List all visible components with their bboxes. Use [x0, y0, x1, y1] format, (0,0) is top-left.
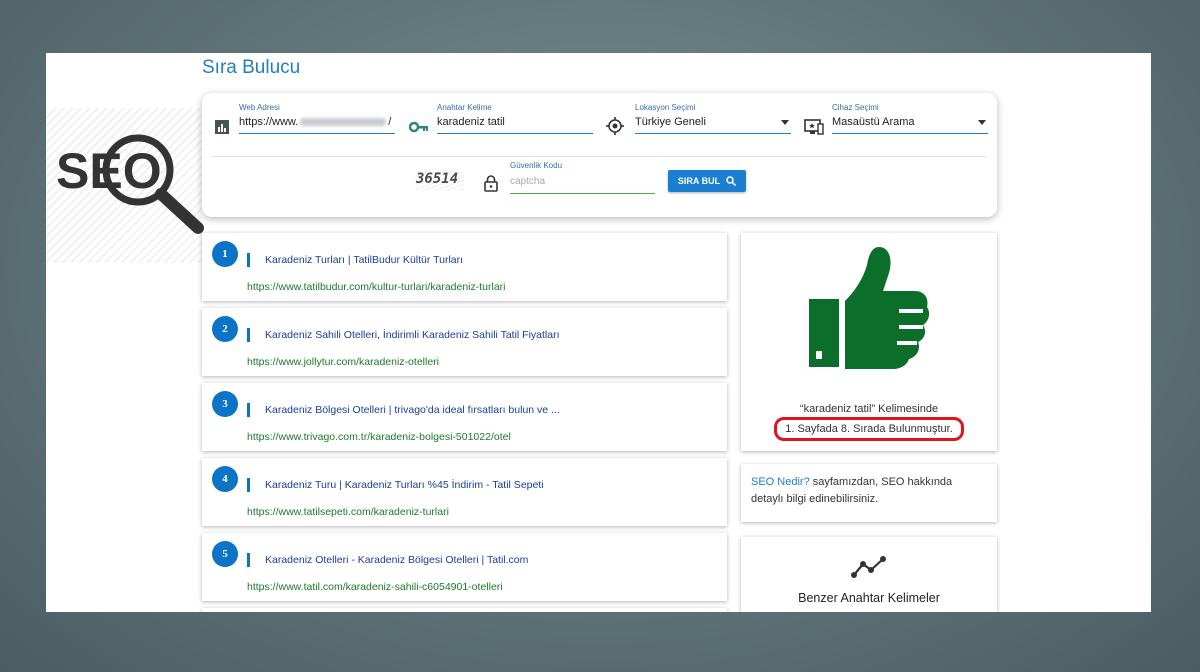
device-select[interactable]: Cihaz Seçimi Masaüstü Arama [832, 103, 988, 134]
rank-result-card: “karadeniz tatil” Kelimesinde 1. Sayfada… [741, 233, 997, 451]
blurred-domain [300, 118, 387, 127]
bar-chart-icon [215, 120, 229, 134]
find-rank-label: SIRA BUL [677, 176, 721, 186]
result-item[interactable] [202, 608, 727, 612]
result-item[interactable]: 4 Karadeniz Turu | Karadeniz Turları %45… [202, 458, 727, 526]
trend-line-icon [851, 556, 886, 578]
captcha-field[interactable]: Güvenlik Kodu captcha [510, 161, 655, 194]
rank-result-line1: “karadeniz tatil” Kelimesinde [799, 403, 939, 415]
form-divider [212, 156, 987, 157]
similar-keywords-title: Benzer Anahtar Kelimeler [798, 591, 940, 605]
result-rank-badge: 5 [212, 541, 238, 567]
result-rank-badge: 3 [212, 391, 238, 417]
result-accent-bar [247, 328, 250, 342]
search-form: Web Adresi https://www. / Anahtar Kelime … [202, 93, 997, 217]
result-accent-bar [247, 478, 250, 492]
crosshair-icon [606, 117, 624, 135]
web-address-prefix: https://www. [239, 116, 299, 128]
result-item[interactable]: 2 Karadeniz Sahili Otelleri, İndirimli K… [202, 308, 727, 376]
result-title-link[interactable]: Karadeniz Bölgesi Otelleri | trivago'da … [265, 404, 560, 416]
search-icon [726, 176, 737, 186]
results-list: 1 Karadeniz Turları | TatilBudur Kültür … [202, 233, 727, 612]
seo-magnifier-icon: SEO [56, 134, 204, 234]
web-address-field[interactable]: Web Adresi https://www. / [239, 103, 395, 134]
captcha-label: Güvenlik Kodu [510, 161, 563, 170]
logo-text: SEO [56, 143, 162, 199]
result-rank-badge: 4 [212, 466, 238, 492]
find-rank-button[interactable]: SIRA BUL [668, 170, 746, 192]
device-selected: Masaüstü Arama [832, 116, 915, 128]
location-selected: Türkiye Geneli [635, 116, 706, 128]
captcha-input[interactable]: captcha [510, 176, 655, 194]
location-label: Lokasyon Seçimi [635, 103, 696, 112]
result-url[interactable]: https://www.trivago.com.tr/karadeniz-bol… [247, 431, 511, 443]
result-item[interactable]: 5 Karadeniz Otelleri - Karadeniz Bölgesi… [202, 533, 727, 601]
web-address-suffix: / [388, 116, 392, 128]
result-title-link[interactable]: Karadeniz Sahili Otelleri, İndirimli Kar… [265, 329, 560, 341]
similar-keywords-card: Benzer Anahtar Kelimeler [741, 537, 997, 612]
result-url[interactable]: https://www.tatilbudur.com/kultur-turlar… [247, 281, 506, 293]
result-title-link[interactable]: Karadeniz Turu | Karadeniz Turları %45 İ… [265, 479, 544, 491]
chevron-down-icon[interactable] [978, 120, 986, 125]
lock-icon [484, 175, 498, 192]
result-url[interactable]: https://www.jollytur.com/karadeniz-otell… [247, 356, 439, 368]
web-address-input[interactable]: https://www. / [239, 116, 395, 134]
keyword-field[interactable]: Anahtar Kelime karadeniz tatil [437, 103, 593, 134]
location-value[interactable]: Türkiye Geneli [635, 116, 791, 134]
result-title-link[interactable]: Karadeniz Turları | TatilBudur Kültür Tu… [265, 254, 463, 266]
device-label: Cihaz Seçimi [832, 103, 879, 112]
rank-result-line2: 1. Sayfada 8. Sırada Bulunmuştur. [785, 423, 953, 435]
chevron-down-icon[interactable] [781, 120, 789, 125]
result-title-link[interactable]: Karadeniz Otelleri - Karadeniz Bölgesi O… [265, 554, 528, 566]
keyword-input[interactable]: karadeniz tatil [437, 116, 593, 134]
thumbs-up-icon [809, 247, 930, 369]
key-icon [409, 121, 428, 133]
seo-logo: SEO [46, 108, 216, 263]
page-container: Sıra Bulucu SEO Web Adresi https://www. /… [46, 53, 1151, 612]
seo-info-card: SEO Nedir? sayfamızdan, SEO hakkında det… [741, 464, 997, 522]
rank-result-message: “karadeniz tatil” Kelimesinde 1. Sayfada… [741, 401, 997, 441]
result-accent-bar [247, 253, 250, 267]
device-value[interactable]: Masaüstü Arama [832, 116, 988, 134]
result-rank-badge: 1 [212, 241, 238, 267]
keyword-label: Anahtar Kelime [437, 103, 492, 112]
result-url[interactable]: https://www.tatilsepeti.com/karadeniz-tu… [247, 506, 449, 518]
result-item[interactable]: 3 Karadeniz Bölgesi Otelleri | trivago'd… [202, 383, 727, 451]
location-select[interactable]: Lokasyon Seçimi Türkiye Geneli [635, 103, 791, 134]
result-rank-badge: 2 [212, 316, 238, 342]
rank-result-highlight: 1. Sayfada 8. Sırada Bulunmuştur. [774, 417, 964, 441]
result-accent-bar [247, 553, 250, 567]
seo-nedir-link[interactable]: SEO Nedir? [751, 476, 810, 488]
page-title: Sıra Bulucu [202, 57, 301, 78]
result-accent-bar [247, 403, 250, 417]
device-icon [804, 119, 824, 135]
web-address-label: Web Adresi [239, 103, 280, 112]
captcha-image: 36514 [416, 171, 464, 191]
result-url[interactable]: https://www.tatil.com/karadeniz-sahili-c… [247, 581, 503, 593]
result-item[interactable]: 1 Karadeniz Turları | TatilBudur Kültür … [202, 233, 727, 301]
